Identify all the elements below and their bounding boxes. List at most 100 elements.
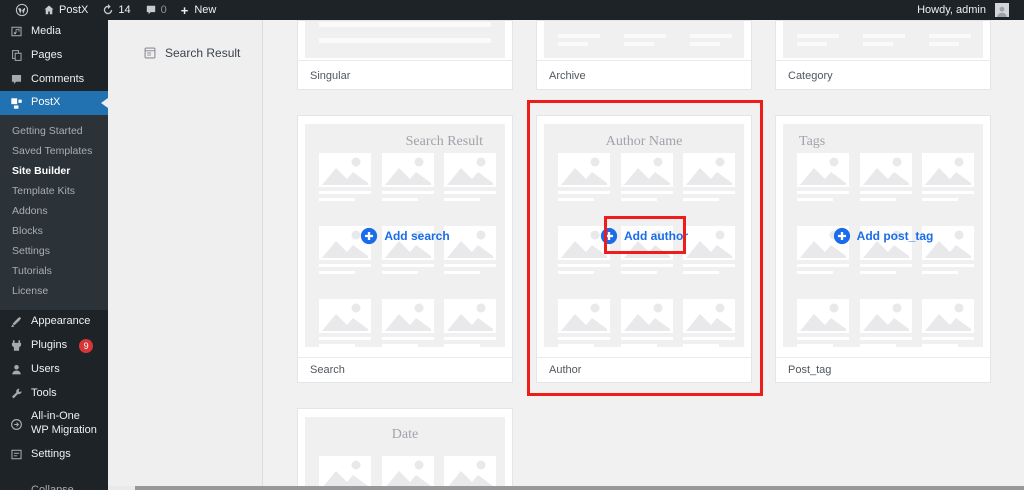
post-grid-placeholder xyxy=(558,153,735,347)
add-search-button[interactable]: Add search xyxy=(305,227,505,245)
sidebar-item-comments[interactable]: Comments xyxy=(0,68,108,92)
placeholder-columns xyxy=(797,34,971,46)
plugins-icon xyxy=(11,340,22,351)
submenu-item-site-builder[interactable]: Site Builder xyxy=(0,161,108,181)
image-placeholder-icon xyxy=(319,299,371,333)
horizontal-scrollbar-thumb[interactable] xyxy=(135,486,1024,490)
horizontal-scrollbar[interactable] xyxy=(108,486,1024,490)
image-placeholder-icon xyxy=(859,153,912,187)
template-card-search[interactable]: Search Result Add search Search xyxy=(297,115,513,383)
updates-icon xyxy=(104,4,113,15)
template-card-category[interactable]: Category xyxy=(775,20,991,90)
template-types-panel: Search Result xyxy=(108,20,263,490)
template-card-tags[interactable]: Tags Add post_tag Post_tag xyxy=(775,115,991,383)
placeholder-text-line xyxy=(922,191,974,194)
add-author-button[interactable]: Add author xyxy=(544,227,744,245)
pages-icon xyxy=(12,50,22,61)
updates-indicator[interactable]: 14 xyxy=(95,0,137,20)
template-card-date[interactable]: Date xyxy=(297,408,513,490)
wordpress-menu[interactable] xyxy=(8,0,36,20)
card-footer-label: Search xyxy=(298,357,512,382)
sidebar-item-appearance[interactable]: Appearance xyxy=(0,310,108,334)
sidebar-item-media[interactable]: Media xyxy=(0,20,108,44)
post-placeholder-tile xyxy=(859,299,912,347)
sidebar-item-tools[interactable]: Tools xyxy=(0,382,108,406)
search-preview: Search Result Add search xyxy=(305,124,505,348)
placeholder-text-line xyxy=(381,337,434,340)
preview-title: Search Result xyxy=(405,134,483,149)
submenu-item-tutorials[interactable]: Tutorials xyxy=(0,261,108,281)
placeholder-text-line xyxy=(381,264,434,267)
placeholder-text-line xyxy=(922,198,958,201)
media-icon xyxy=(11,27,22,37)
placeholder-text-line xyxy=(444,198,480,201)
placeholder-text-line xyxy=(797,344,833,347)
submenu-item-getting-started[interactable]: Getting Started xyxy=(0,121,108,141)
submenu-item-license[interactable]: License xyxy=(0,281,108,301)
post-placeholder-tile xyxy=(444,456,496,490)
placeholder-text-line xyxy=(797,191,849,194)
submenu-item-blocks[interactable]: Blocks xyxy=(0,221,108,241)
submenu-item-addons[interactable]: Addons xyxy=(0,201,108,221)
post-placeholder-tile xyxy=(620,299,673,347)
site-name-link[interactable]: PostX xyxy=(36,0,95,20)
template-card-archive[interactable]: Archive xyxy=(536,20,752,90)
image-placeholder-icon xyxy=(683,153,735,187)
image-placeholder-icon xyxy=(922,153,974,187)
sidebar-label: Appearance xyxy=(31,315,91,327)
collapse-menu-button[interactable]: Collapse menu xyxy=(0,479,108,490)
placeholder-text-line xyxy=(859,344,896,347)
panel-item-search-result[interactable]: Search Result xyxy=(143,46,262,60)
sidebar-label: Settings xyxy=(31,447,71,460)
add-post-tag-button[interactable]: Add post_tag xyxy=(783,227,983,245)
post-grid-placeholder xyxy=(319,153,496,347)
sidebar-item-pages[interactable]: Pages xyxy=(0,44,108,68)
submenu-item-settings[interactable]: Settings xyxy=(0,241,108,261)
howdy-text: Howdy, admin xyxy=(917,4,986,16)
placeholder-text-line xyxy=(381,191,434,194)
template-card-author[interactable]: Author Name Add author Author xyxy=(536,115,752,383)
comments-indicator[interactable]: 0 xyxy=(138,0,174,20)
submenu-item-template-kits[interactable]: Template Kits xyxy=(0,181,108,201)
singular-preview xyxy=(305,21,505,58)
placeholder-text-line xyxy=(444,264,496,267)
post-placeholder-tile xyxy=(558,153,610,201)
post-grid-placeholder xyxy=(797,153,974,347)
placeholder-column xyxy=(624,34,666,46)
image-placeholder-icon xyxy=(444,456,496,490)
placeholder-text-line xyxy=(683,344,719,347)
placeholder-text-line xyxy=(797,264,849,267)
plugins-update-badge: 9 xyxy=(79,338,94,353)
users-icon xyxy=(12,365,21,375)
placeholder-text-line xyxy=(620,337,673,340)
sidebar-label: Plugins xyxy=(31,338,68,351)
placeholder-text-line xyxy=(859,191,912,194)
placeholder-text-line xyxy=(381,344,418,347)
post-placeholder-tile xyxy=(381,299,434,347)
sidebar-item-postx[interactable]: PostX xyxy=(0,91,108,115)
plus-icon: + xyxy=(180,2,189,18)
template-card-singular[interactable]: Singular xyxy=(297,20,513,90)
placeholder-text-line xyxy=(859,198,896,201)
appearance-icon xyxy=(11,317,22,328)
submenu-item-saved-templates[interactable]: Saved Templates xyxy=(0,141,108,161)
sidebar-item-plugins[interactable]: Plugins 9 xyxy=(0,334,108,358)
site-builder-main: Singular Archive Category Search Result xyxy=(264,20,1024,490)
new-content-button[interactable]: + New xyxy=(174,0,224,20)
placeholder-line xyxy=(319,22,491,27)
placeholder-text-line xyxy=(922,337,974,340)
placeholder-text-line xyxy=(319,344,355,347)
placeholder-text-line xyxy=(859,264,912,267)
sidebar-item-users[interactable]: Users xyxy=(0,358,108,382)
sidebar-item-ai1wm-migration[interactable]: All-in-One WP Migration xyxy=(0,405,108,443)
postx-submenu: Getting Started Saved Templates Site Bui… xyxy=(0,115,108,310)
user-avatar-icon xyxy=(997,6,1007,17)
placeholder-line xyxy=(319,38,491,43)
comment-bubble-icon xyxy=(146,5,155,15)
sidebar-item-settings[interactable]: Settings xyxy=(0,443,108,467)
migration-icon xyxy=(11,418,22,430)
post-placeholder-tile xyxy=(922,153,974,201)
image-placeholder-icon xyxy=(797,153,849,187)
post-placeholder-tile xyxy=(558,299,610,347)
my-account-menu[interactable]: Howdy, admin xyxy=(910,0,1016,20)
